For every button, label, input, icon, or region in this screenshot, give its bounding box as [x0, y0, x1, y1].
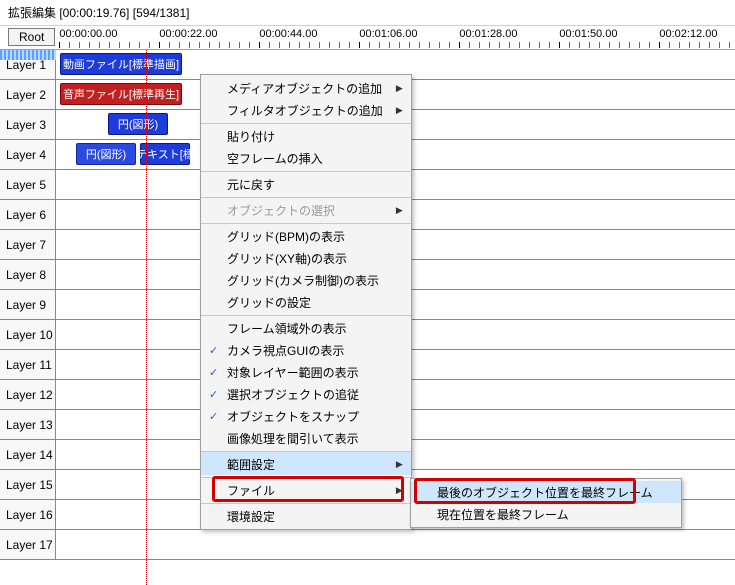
chrome-row: Root 00:00:00.0000:00:22.0000:00:44.0000… — [0, 26, 735, 50]
timeline-clip[interactable]: 円(図形) — [76, 143, 136, 165]
context-menu: メディアオブジェクトの追加フィルタオブジェクトの追加貼り付け空フレームの挿入元に… — [200, 74, 412, 530]
menu-item[interactable]: 元に戻す — [201, 171, 411, 195]
layer-label[interactable]: Layer 13 — [0, 410, 56, 439]
layer-label[interactable]: Layer 17 — [0, 530, 56, 559]
menu-item[interactable]: フィルタオブジェクトの追加 — [201, 99, 411, 121]
layer-label[interactable]: Layer 10 — [0, 320, 56, 349]
layer-label[interactable]: Layer 4 — [0, 140, 56, 169]
menu-item[interactable]: メディアオブジェクトの追加 — [201, 77, 411, 99]
layer-label[interactable]: Layer 8 — [0, 260, 56, 289]
layer-label[interactable]: Layer 7 — [0, 230, 56, 259]
timeline-clip[interactable]: テキスト[標 — [140, 143, 190, 165]
layer-row[interactable]: Layer 17 — [0, 530, 735, 560]
timeline-clip[interactable]: 円(図形) — [108, 113, 168, 135]
menu-item[interactable]: 対象レイヤー範囲の表示 — [201, 361, 411, 383]
layer-label[interactable]: Layer 3 — [0, 110, 56, 139]
ruler-tick: 00:01:50.00 — [559, 28, 617, 40]
window-title: 拡張編集 [00:00:19.76] [594/1381] — [0, 0, 735, 26]
root-button[interactable]: Root — [8, 28, 55, 46]
layer-label[interactable]: Layer 12 — [0, 380, 56, 409]
menu-item[interactable]: グリッド(カメラ制御)の表示 — [201, 269, 411, 291]
ruler-tick: 00:01:28.00 — [459, 28, 517, 40]
layer-label[interactable]: Layer 9 — [0, 290, 56, 319]
menu-item[interactable]: 画像処理を間引いて表示 — [201, 427, 411, 449]
ruler-tick: 00:00:00.00 — [59, 28, 117, 40]
timeline-clip[interactable]: 音声ファイル[標準再生] — [60, 83, 182, 105]
layer-track[interactable] — [56, 530, 735, 559]
time-ruler-fine — [59, 42, 735, 48]
menu-item[interactable]: グリッドの設定 — [201, 291, 411, 313]
menu-item[interactable]: 現在位置を最終フレーム — [411, 503, 681, 525]
menu-item[interactable]: グリッド(XY軸)の表示 — [201, 247, 411, 269]
frame-indicator — [0, 50, 56, 60]
menu-item[interactable]: カメラ視点GUIの表示 — [201, 339, 411, 361]
menu-item[interactable]: 選択オブジェクトの追従 — [201, 383, 411, 405]
layer-label[interactable]: Layer 15 — [0, 470, 56, 499]
menu-item: オブジェクトの選択 — [201, 197, 411, 221]
layer-label[interactable]: Layer 6 — [0, 200, 56, 229]
menu-item[interactable]: 環境設定 — [201, 503, 411, 527]
menu-item[interactable]: 最後のオブジェクト位置を最終フレーム — [411, 481, 681, 503]
menu-item[interactable]: ファイル — [201, 477, 411, 501]
layer-label[interactable]: Layer 16 — [0, 500, 56, 529]
menu-item[interactable]: 範囲設定 — [201, 451, 411, 475]
layer-label[interactable]: Layer 11 — [0, 350, 56, 379]
menu-item[interactable]: 空フレームの挿入 — [201, 147, 411, 169]
context-submenu: 最後のオブジェクト位置を最終フレーム現在位置を最終フレーム — [410, 478, 682, 528]
time-ruler[interactable]: 00:00:00.00 00:00:22.00 00:00:44.00 00:01:0… — [59, 26, 735, 50]
layer-label[interactable]: Layer 5 — [0, 170, 56, 199]
layer-label[interactable]: Layer 2 — [0, 80, 56, 109]
layer-label[interactable]: Layer 14 — [0, 440, 56, 469]
ruler-tick: 00:00:22.00 — [159, 28, 217, 40]
menu-item[interactable]: オブジェクトをスナップ — [201, 405, 411, 427]
menu-item[interactable]: グリッド(BPM)の表示 — [201, 223, 411, 247]
menu-item[interactable]: フレーム領域外の表示 — [201, 315, 411, 339]
menu-item[interactable]: 貼り付け — [201, 123, 411, 147]
ruler-tick: 00:00:44.00 — [259, 28, 317, 40]
timeline-clip[interactable]: 動画ファイル[標準描画] — [60, 53, 182, 75]
ruler-tick: 00:01:06.00 — [359, 28, 417, 40]
ruler-tick: 00:02:12.00 — [659, 28, 717, 40]
